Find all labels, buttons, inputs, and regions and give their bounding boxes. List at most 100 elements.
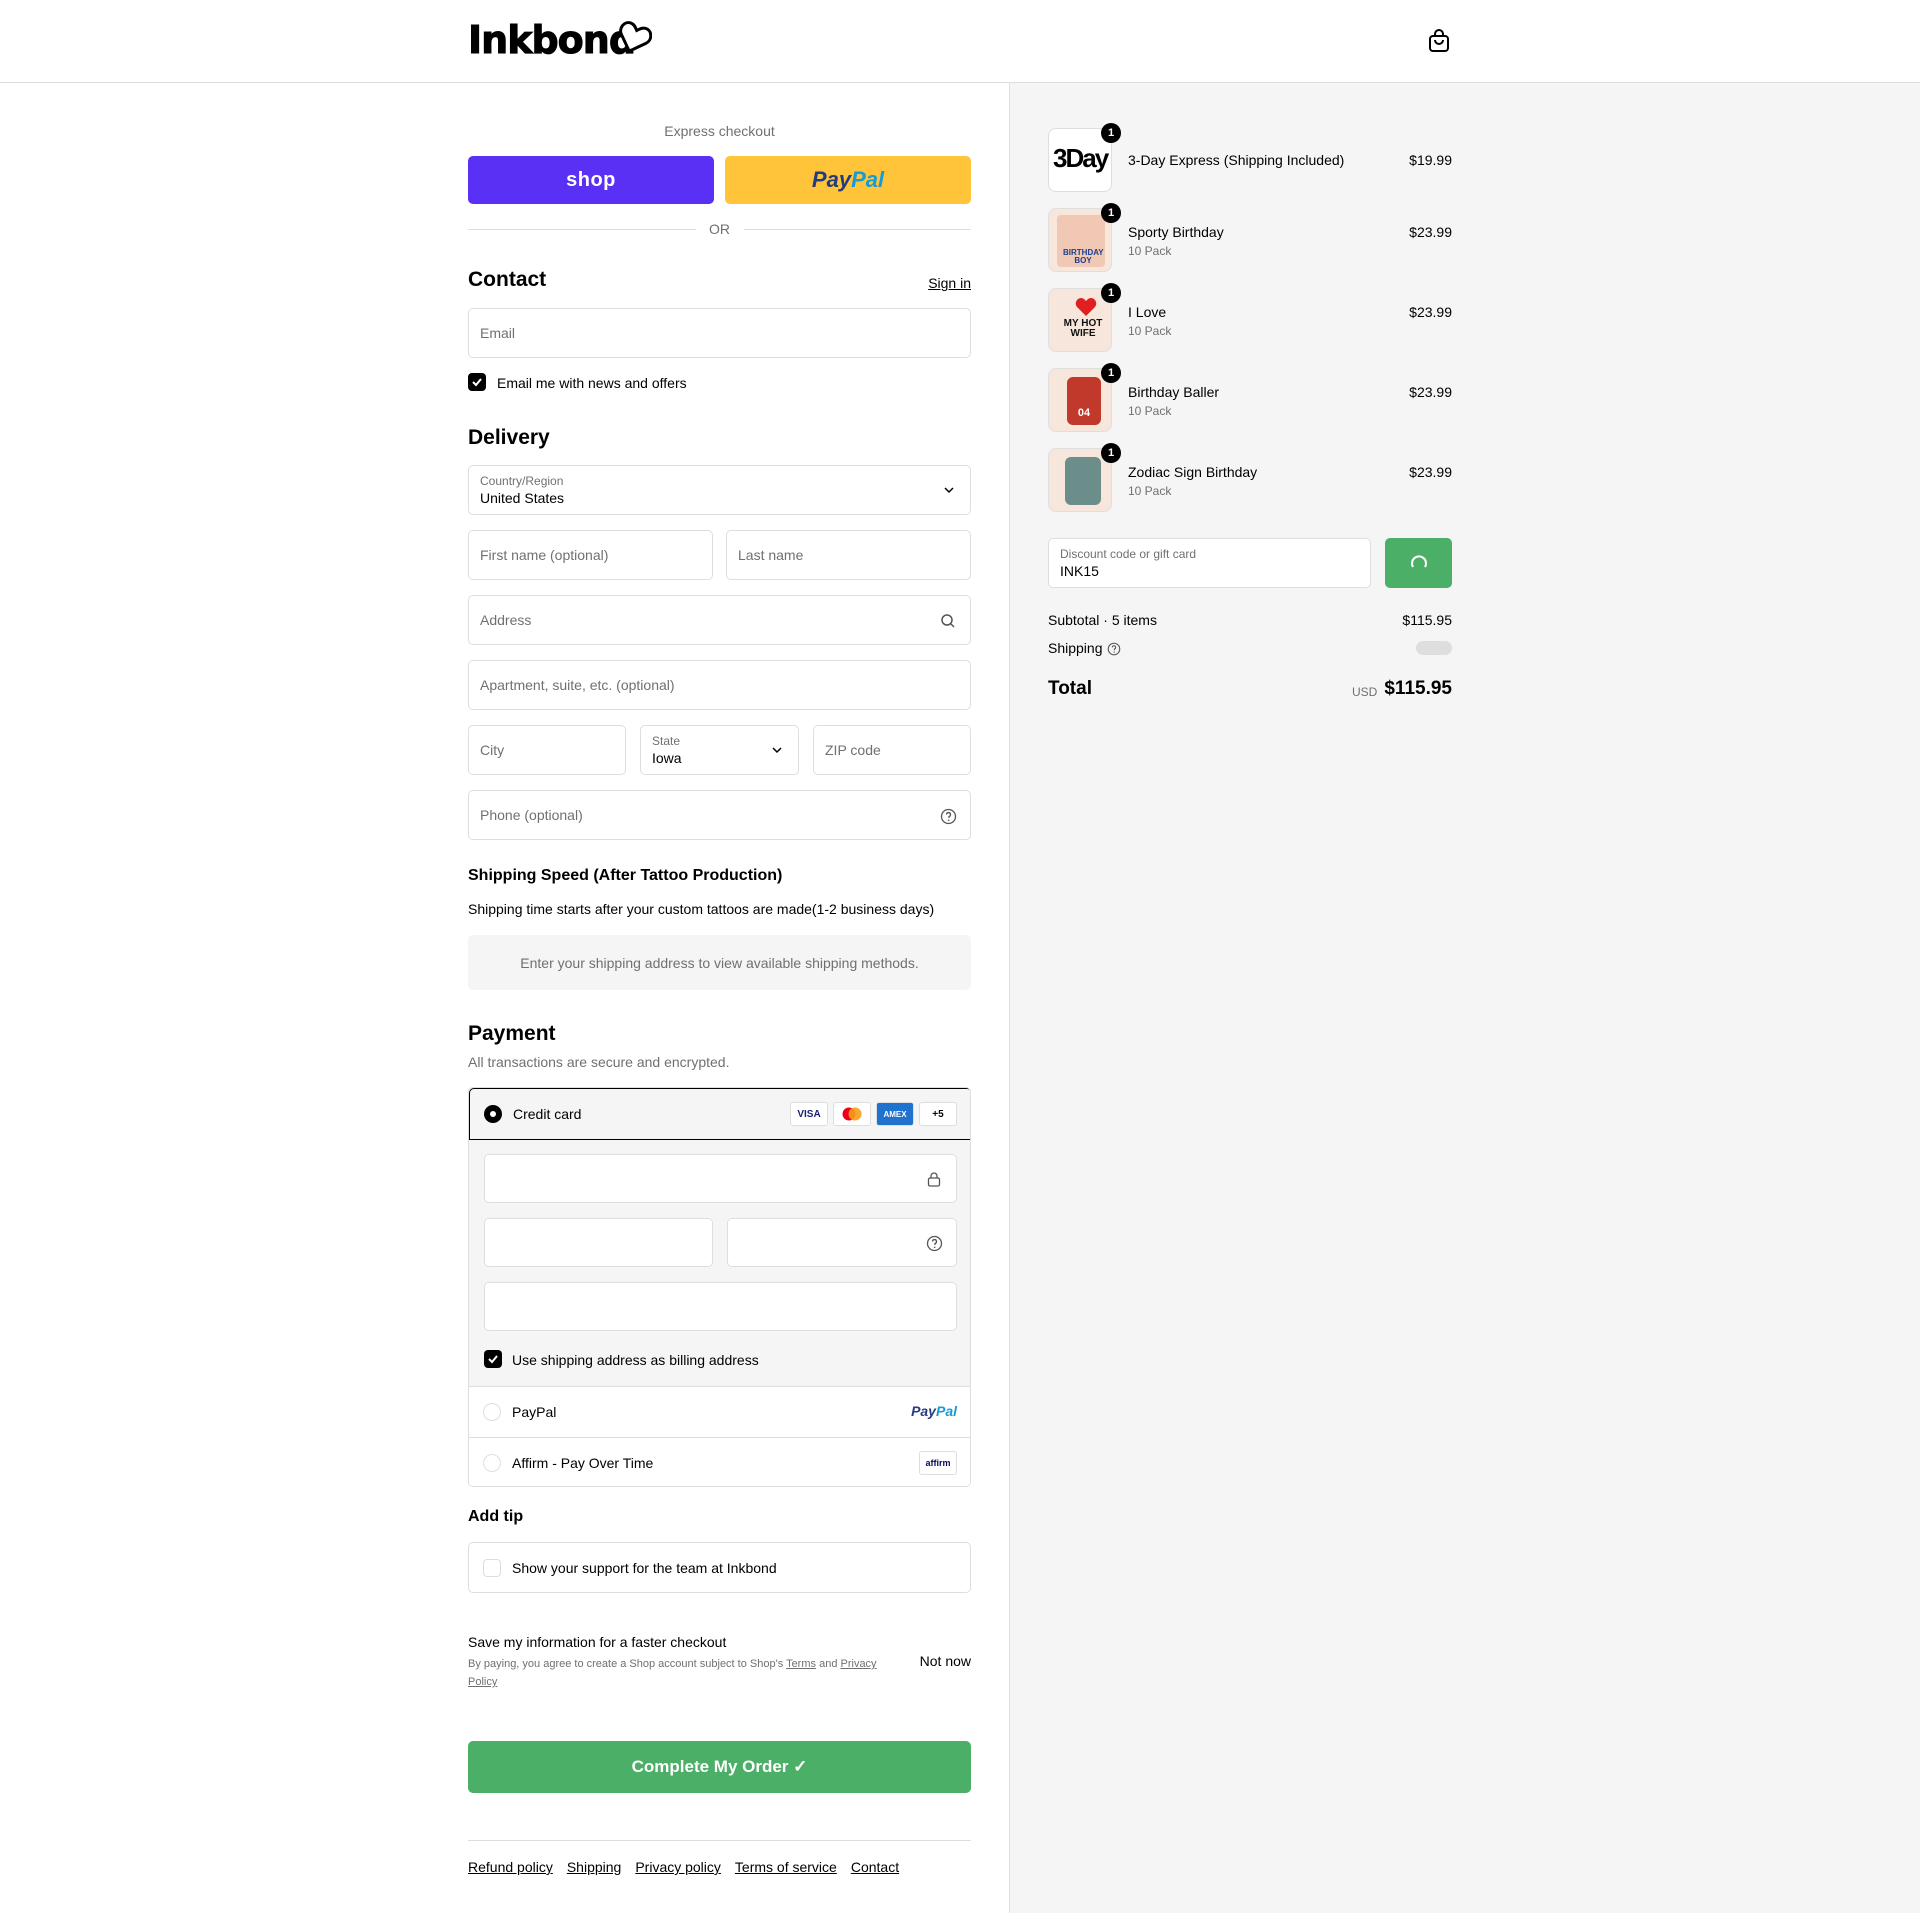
help-icon[interactable]	[940, 808, 957, 825]
item-price: $19.99	[1409, 152, 1452, 168]
zodiac-portrait	[1065, 457, 1101, 505]
item-variant: 10 Pack	[1128, 484, 1172, 498]
not-now-button[interactable]: Not now	[920, 1653, 971, 1669]
currency-code: USD	[1352, 685, 1378, 699]
cart-item: 1 Zodiac Sign Birthday 10 Pack $23.99	[1048, 443, 1452, 518]
refund-policy-link[interactable]: Refund policy	[468, 1859, 553, 1875]
heart-logo-icon	[619, 21, 652, 54]
help-icon[interactable]	[1107, 642, 1121, 656]
phone-placeholder: Phone (optional)	[480, 807, 583, 823]
paypal-option[interactable]: PayPal PayPal	[469, 1386, 970, 1437]
footer-divider	[468, 1840, 971, 1841]
total-label: Total	[1048, 678, 1092, 699]
or-text: OR	[709, 221, 730, 237]
item-price: $23.99	[1409, 224, 1452, 240]
save-info-legal: By paying, you agree to create a Shop ac…	[468, 1655, 888, 1691]
news-checkbox[interactable]	[468, 373, 486, 391]
loading-spinner-icon	[1411, 555, 1427, 568]
shop-pay-button[interactable]: shop	[468, 156, 714, 204]
thumbnail-text: 04	[1077, 407, 1091, 419]
help-icon[interactable]	[926, 1235, 943, 1252]
billing-checkbox[interactable]	[484, 1350, 502, 1368]
shipping-methods-placeholder: Enter your shipping address to view avai…	[468, 935, 971, 990]
complete-order-label: Complete My Order ✓	[631, 1757, 808, 1776]
affirm-option[interactable]: Affirm - Pay Over Time affirm	[469, 1437, 970, 1486]
first-name-field[interactable]: First name (optional)	[468, 530, 713, 580]
last-name-field[interactable]: Last name	[726, 530, 971, 580]
discount-code-field[interactable]: Discount code or gift card INK15	[1048, 538, 1371, 588]
news-label: Email me with news and offers	[497, 375, 687, 391]
card-details-panel: Use shipping address as billing address	[469, 1140, 970, 1386]
contact-link[interactable]: Contact	[851, 1859, 899, 1875]
privacy-policy-link[interactable]: Privacy policy	[635, 1859, 721, 1875]
cart-item: 3Day 1 3-Day Express (Shipping Included)…	[1048, 123, 1452, 198]
tip-option[interactable]: Show your support for the team at Inkbon…	[468, 1542, 971, 1593]
search-icon	[941, 614, 955, 628]
complete-order-button[interactable]: Complete My Order ✓	[468, 1741, 971, 1793]
logo-text: Inkbond	[467, 18, 636, 63]
shopping-bag-icon[interactable]	[1428, 29, 1450, 53]
item-price: $23.99	[1409, 384, 1452, 400]
city-field[interactable]: City	[468, 725, 626, 775]
product-thumbnail: 3Day 1	[1048, 123, 1121, 192]
footer-links: Refund policy Shipping Privacy policy Te…	[468, 1859, 899, 1875]
more-cards-badge: +5	[919, 1102, 957, 1126]
quantity-badge: 1	[1101, 443, 1121, 463]
shipping-note: Shipping time starts after your custom t…	[468, 901, 935, 917]
card-number-field[interactable]	[484, 1154, 957, 1203]
product-thumbnail: 1	[1048, 443, 1121, 512]
cart-item: 04 1 Birthday Baller 10 Pack $23.99	[1048, 363, 1452, 438]
heart-icon	[1075, 298, 1097, 316]
zip-field[interactable]: ZIP code	[813, 725, 971, 775]
security-code-field[interactable]	[727, 1218, 957, 1267]
express-checkout-label: Express checkout	[664, 123, 775, 139]
quantity-badge: 1	[1101, 283, 1121, 303]
legal-and: and	[819, 1658, 838, 1670]
discount-value: INK15	[1060, 563, 1099, 579]
paypal-option-label: PayPal	[512, 1404, 557, 1420]
thumbnail-text: 3Day	[1053, 143, 1109, 173]
quantity-badge: 1	[1101, 123, 1121, 143]
payment-heading: Payment	[468, 1022, 556, 1045]
thumbnail-text: BIRTHDAY BOY	[1063, 248, 1104, 265]
paypal-label-1: Pay	[811, 167, 852, 192]
credit-card-radio[interactable]	[484, 1105, 502, 1123]
sign-in-link[interactable]: Sign in	[928, 275, 971, 291]
address-placeholder: Address	[480, 612, 532, 628]
inkbond-logo[interactable]: Inkbond	[467, 18, 652, 63]
name-on-card-field[interactable]	[484, 1282, 957, 1331]
item-name: 3-Day Express (Shipping Included)	[1128, 152, 1345, 168]
payment-subtitle: All transactions are secure and encrypte…	[468, 1054, 730, 1070]
terms-link[interactable]: Terms	[786, 1658, 816, 1670]
chevron-down-icon	[944, 487, 954, 494]
paypal-express-button[interactable]: Pay Pal	[725, 156, 971, 204]
state-select[interactable]: State Iowa	[640, 725, 799, 775]
apply-discount-button[interactable]	[1385, 538, 1452, 588]
paypal-radio[interactable]	[483, 1403, 501, 1421]
site-header: Inkbond	[0, 0, 1920, 83]
credit-card-option[interactable]: Credit card VISA AMEX +5	[469, 1088, 970, 1140]
save-info-title: Save my information for a faster checkou…	[468, 1634, 727, 1650]
country-select[interactable]: Country/Region United States	[468, 465, 971, 515]
apartment-placeholder: Apartment, suite, etc. (optional)	[480, 677, 675, 693]
affirm-logo-icon: affirm	[919, 1451, 957, 1475]
phone-field[interactable]: Phone (optional)	[468, 790, 971, 840]
mastercard-icon	[833, 1102, 871, 1126]
email-field[interactable]: Email	[468, 308, 971, 358]
tip-label: Show your support for the team at Inkbon…	[512, 1560, 777, 1576]
expiry-field[interactable]	[484, 1218, 713, 1267]
contact-heading: Contact	[468, 268, 547, 291]
country-value: United States	[480, 490, 565, 506]
tip-checkbox[interactable]	[483, 1559, 501, 1577]
item-price: $23.99	[1409, 464, 1452, 480]
shipping-label: Shipping	[1048, 640, 1103, 656]
shipping-link[interactable]: Shipping	[567, 1859, 622, 1875]
apartment-field[interactable]: Apartment, suite, etc. (optional)	[468, 660, 971, 710]
affirm-radio[interactable]	[483, 1454, 501, 1472]
address-field[interactable]: Address	[468, 595, 971, 645]
cart-item: MY HOT WIFE 1 I Love 10 Pack $23.99	[1048, 283, 1452, 358]
amex-icon: AMEX	[876, 1102, 914, 1126]
item-variant: 10 Pack	[1128, 404, 1172, 418]
terms-of-service-link[interactable]: Terms of service	[735, 1859, 837, 1875]
or-divider: OR	[468, 221, 971, 237]
